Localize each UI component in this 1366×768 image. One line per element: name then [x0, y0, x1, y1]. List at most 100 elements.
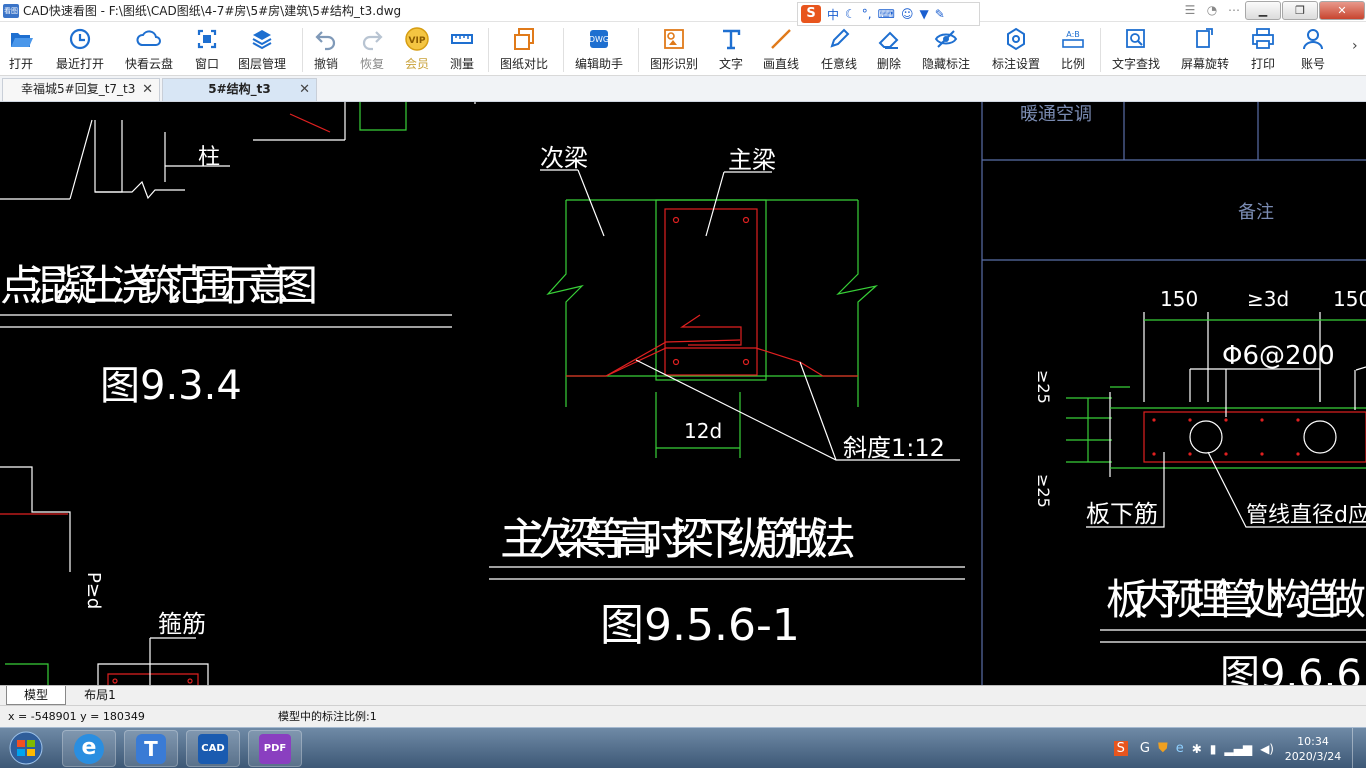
rebar-dot — [672, 358, 680, 366]
slab-bottom-bar-label: 板下筋 — [1086, 500, 1158, 528]
info-icon[interactable]: ⋯ — [1223, 0, 1245, 20]
tab-document-1[interactable]: 幸福城5#回复_t7_t3 ✕ — [2, 78, 160, 101]
left-figure-number: 图9.3.4 — [100, 363, 242, 409]
coordinate-readout: x = -548901 y = 180349 — [8, 710, 145, 723]
cad-line — [95, 180, 185, 200]
system-tray: S G ⛊ e ✱ ▮ ▂▄▆ ◀) 10:34 2020/3/24 — [1113, 728, 1366, 768]
rebar-dot — [1152, 452, 1156, 456]
layers-icon — [252, 30, 272, 50]
pdf-app-icon: PDF — [259, 733, 291, 764]
dimension-25-top: ≥25 — [1034, 370, 1053, 404]
shirt-icon[interactable]: ▼ — [919, 7, 928, 21]
print-button[interactable]: 打印 — [1250, 26, 1276, 72]
undo-button[interactable]: 撤销 — [313, 26, 339, 72]
rotate-button[interactable]: 屏幕旋转 — [1181, 26, 1229, 72]
measure-button[interactable]: 测量 — [449, 26, 475, 72]
punct-icon[interactable]: °, — [862, 7, 872, 21]
minimize-button[interactable]: ▁ — [1245, 1, 1281, 20]
device-tray-icon[interactable]: ▮ — [1210, 742, 1217, 756]
system-clock[interactable]: 10:34 2020/3/24 — [1278, 734, 1348, 764]
status-bar: x = -548901 y = 180349 模型中的标注比例:1 — [0, 705, 1366, 727]
draw-line-button[interactable]: 画直线 — [763, 26, 799, 72]
scale-icon: A:B — [1062, 30, 1084, 48]
undo-icon — [315, 31, 336, 51]
rebar-dot — [112, 678, 118, 684]
text-button[interactable]: 文字 — [718, 26, 744, 72]
moon-icon[interactable]: ☾ — [845, 7, 856, 21]
cad-drawing[interactable]: 点混凝土浇筑范围示意图 图9.3.4 柱 箍筋 P≥d 次梁 主梁 12d 斜度… — [0, 102, 1366, 685]
pipe-diameter-note: 管线直径d应≤ — [1246, 503, 1366, 528]
recent-button[interactable]: 最近打开 — [56, 26, 104, 72]
shape-recognize-button[interactable]: 图形识别 — [650, 26, 698, 72]
annotation-scale-text: 模型中的标注比例:1 — [278, 710, 377, 723]
tab-label: 5#结构_t3 — [208, 82, 271, 96]
edit-assistant-button[interactable]: DWG 编辑助手 — [575, 26, 623, 72]
rebar-dot — [1260, 452, 1264, 456]
text-search-button[interactable]: 文字查找 — [1112, 26, 1160, 72]
delete-button[interactable]: 删除 — [876, 26, 902, 72]
rebar-dot — [1260, 418, 1264, 422]
dimension-150-right: 150 — [1333, 287, 1366, 311]
window-button[interactable]: 窗口 — [194, 26, 220, 72]
svg-text:VIP: VIP — [409, 36, 426, 46]
account-button[interactable]: 账号 — [1300, 26, 1326, 72]
ime-toolbar[interactable]: S 中 ☾ °, ⌨ ☺ ▼ ✎ — [797, 2, 980, 26]
redo-button[interactable]: 恢复 — [359, 26, 385, 72]
volume-tray-icon[interactable]: ◀) — [1260, 742, 1274, 756]
svg-text:DWG: DWG — [589, 35, 609, 44]
folder-open-icon — [11, 33, 33, 47]
shield-tray-icon[interactable]: ⛊ — [1158, 741, 1168, 756]
text-icon — [723, 29, 741, 50]
tab-layout-1[interactable]: 布局1 — [70, 686, 130, 705]
taskbar-cad[interactable]: CAD — [186, 730, 240, 767]
show-desktop-button[interactable] — [1352, 728, 1366, 768]
hide-annotation-button[interactable]: 隐藏标注 — [922, 26, 970, 72]
vip-icon: VIP — [405, 27, 429, 51]
tab-document-2[interactable]: 5#结构_t3 ✕ — [162, 78, 317, 101]
wrench-icon[interactable]: ✎ — [935, 7, 945, 21]
taskbar-ie[interactable]: e — [62, 730, 116, 767]
cad-line — [5, 663, 49, 685]
document-tabs: 幸福城5#回复_t7_t3 ✕ 5#结构_t3 ✕ — [0, 76, 1366, 102]
signal-tray-icon[interactable]: ▂▄▆ — [1224, 742, 1252, 756]
close-button[interactable]: ✕ — [1319, 1, 1365, 20]
annotation-settings-button[interactable]: 标注设置 — [992, 26, 1040, 72]
recent-icon — [69, 28, 91, 50]
menu-icon[interactable]: ☰ — [1179, 0, 1201, 20]
skin-icon[interactable]: ◔ — [1201, 0, 1223, 20]
pen-icon — [830, 28, 850, 48]
layers-button[interactable]: 图层管理 — [238, 26, 286, 72]
vip-button[interactable]: VIP 会员 — [404, 26, 430, 72]
drawing-canvas[interactable]: 点混凝土浇筑范围示意图 图9.3.4 柱 箍筋 P≥d 次梁 主梁 12d 斜度… — [0, 102, 1366, 685]
restore-button[interactable]: ❐ — [1282, 1, 1318, 20]
hide-icon — [934, 30, 958, 48]
scale-button[interactable]: A:B 比例 — [1060, 26, 1086, 72]
right-figure-number: 图9.6.6 — [1220, 652, 1362, 685]
open-button[interactable]: 打开 — [8, 26, 34, 72]
tab-close-icon[interactable]: ✕ — [142, 79, 153, 100]
google-tray-icon[interactable]: G — [1140, 741, 1150, 756]
taskbar-pdf[interactable]: PDF — [248, 730, 302, 767]
tab-model[interactable]: 模型 — [6, 686, 66, 705]
redo-icon — [362, 31, 383, 51]
browser-tray-icon[interactable]: e — [1176, 741, 1184, 756]
keyboard-icon[interactable]: ⌨ — [878, 7, 895, 21]
bluetooth-tray-icon[interactable]: ✱ — [1192, 742, 1202, 756]
start-button[interactable] — [4, 730, 48, 767]
window-title: CAD快速看图 - F:\图纸\CAD图纸\4-7#房\5#房\建筑\5#结构_… — [23, 4, 402, 18]
user-icon[interactable]: ☺ — [901, 7, 914, 21]
ime-mode[interactable]: 中 — [827, 6, 839, 23]
toolbar-more-icon[interactable]: › — [1352, 38, 1358, 54]
eraser-icon — [878, 31, 899, 49]
toolbar-divider — [638, 28, 639, 72]
tab-close-icon[interactable]: ✕ — [299, 79, 310, 100]
sogou-logo-icon: S — [801, 5, 821, 23]
dimension-12d: 12d — [684, 419, 722, 443]
title-bar: 看图 CAD快速看图 - F:\图纸\CAD图纸\4-7#房\5#房\建筑\5#… — [0, 0, 1366, 22]
sogou-tray-icon[interactable]: S — [1113, 741, 1128, 756]
text-search-icon — [1126, 29, 1145, 48]
cloud-button[interactable]: 快看云盘 — [125, 26, 173, 72]
taskbar-tool[interactable]: T — [124, 730, 178, 767]
compare-button[interactable]: 图纸对比 — [500, 26, 548, 72]
freehand-button[interactable]: 任意线 — [821, 26, 857, 72]
